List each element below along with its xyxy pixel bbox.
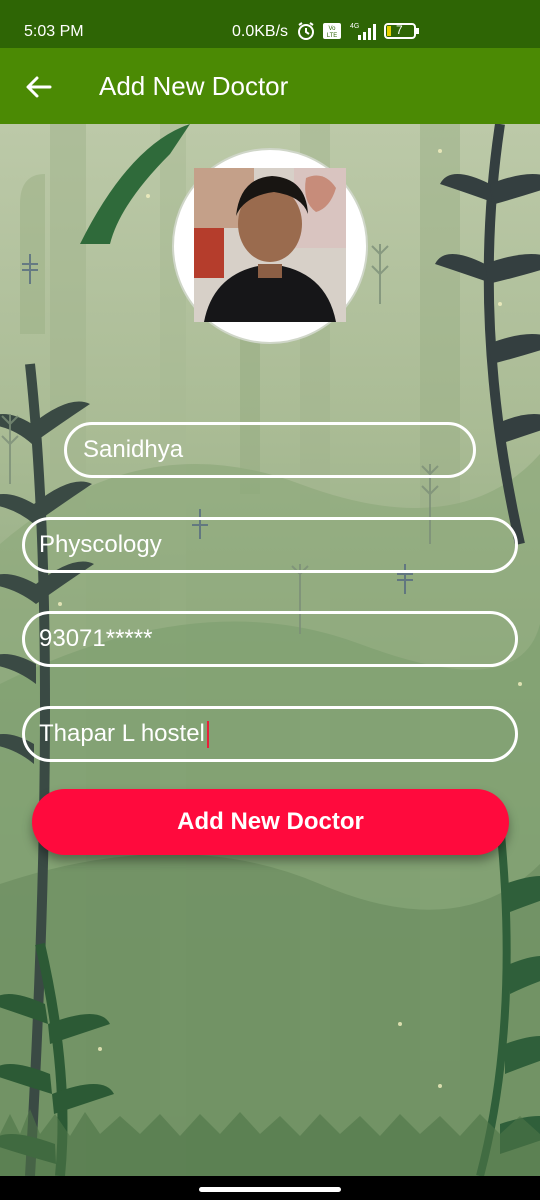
battery-icon: 7 <box>384 22 420 40</box>
specialization-field[interactable]: Physcology <box>22 517 518 573</box>
address-field[interactable]: Thapar L hostel <box>22 706 518 762</box>
svg-text:Vo: Vo <box>328 26 336 32</box>
name-value: Sanidhya <box>83 436 184 463</box>
phone-field[interactable]: 93071***** <box>22 611 518 667</box>
address-value: Thapar L hostel <box>39 720 205 747</box>
battery-level: 7 <box>396 23 403 37</box>
phone-value: 93071***** <box>39 625 153 652</box>
volte-icon: Vo LTE <box>322 22 342 40</box>
page-title: Add New Doctor <box>99 71 289 101</box>
app-bar: Add New Doctor <box>0 48 540 124</box>
svg-text:LTE: LTE <box>327 33 338 39</box>
status-icons: Vo LTE 4G 7 <box>296 21 420 41</box>
home-indicator[interactable] <box>199 1187 341 1192</box>
specialization-value: Physcology <box>39 531 162 558</box>
network-type: 4G <box>350 23 359 30</box>
name-field[interactable]: Sanidhya <box>64 422 476 478</box>
alarm-icon <box>296 21 316 41</box>
arrow-left-icon[interactable] <box>24 72 54 102</box>
status-bar: 5:03 PM 0.0KB/s Vo LTE 4G 7 <box>0 0 540 48</box>
navigation-bar <box>0 1176 540 1200</box>
status-time: 5:03 PM <box>24 23 84 40</box>
doctor-photo[interactable] <box>194 168 346 322</box>
text-cursor <box>206 721 209 749</box>
network-speed: 0.0KB/s <box>232 23 289 40</box>
signal-icon: 4G <box>348 21 378 41</box>
add-new-doctor-button[interactable]: Add New Doctor <box>32 789 509 855</box>
